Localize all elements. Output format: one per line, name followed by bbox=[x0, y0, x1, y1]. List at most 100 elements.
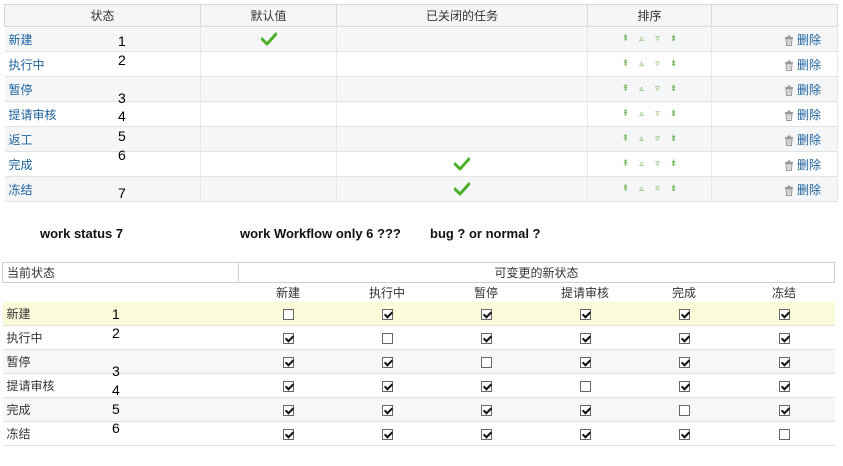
delete-link[interactable]: 删除 bbox=[797, 33, 821, 47]
transition-checkbox[interactable] bbox=[381, 404, 393, 416]
status-name-link[interactable]: 完成 bbox=[9, 158, 33, 172]
transition-checkbox[interactable] bbox=[282, 404, 294, 416]
transition-checkbox[interactable] bbox=[579, 332, 591, 344]
trash-icon[interactable] bbox=[784, 60, 794, 71]
move-top-icon[interactable]: ⇞ bbox=[619, 133, 633, 145]
transition-checkbox[interactable] bbox=[579, 356, 591, 368]
move-bottom-icon[interactable]: ⇟ bbox=[667, 133, 681, 145]
delete-link[interactable]: 删除 bbox=[797, 183, 821, 197]
delete-link[interactable]: 删除 bbox=[797, 108, 821, 122]
transition-cell bbox=[535, 421, 635, 446]
transition-checkbox[interactable] bbox=[480, 428, 492, 440]
trash-icon[interactable] bbox=[784, 35, 794, 46]
transition-cell bbox=[436, 421, 536, 446]
move-bottom-icon[interactable]: ⇟ bbox=[667, 183, 681, 195]
transition-checkbox[interactable] bbox=[778, 404, 790, 416]
transition-checkbox[interactable] bbox=[381, 380, 393, 392]
move-down-icon[interactable]: ▿ bbox=[651, 158, 665, 170]
move-top-icon[interactable]: ⇞ bbox=[619, 158, 633, 170]
transition-checkbox[interactable] bbox=[381, 356, 393, 368]
transition-checkbox[interactable] bbox=[480, 380, 492, 392]
move-bottom-icon[interactable]: ⇟ bbox=[667, 33, 681, 45]
move-down-icon[interactable]: ▿ bbox=[651, 183, 665, 195]
status-name-link[interactable]: 执行中 bbox=[9, 58, 45, 72]
transition-checkbox[interactable] bbox=[579, 428, 591, 440]
move-down-icon[interactable]: ▿ bbox=[651, 33, 665, 45]
move-up-icon[interactable]: ▵ bbox=[635, 58, 649, 70]
transition-checkbox[interactable] bbox=[678, 356, 690, 368]
status-name-link[interactable]: 暂停 bbox=[9, 83, 33, 97]
move-top-icon[interactable]: ⇞ bbox=[619, 58, 633, 70]
transition-checkbox[interactable] bbox=[778, 356, 790, 368]
transition-cell bbox=[535, 349, 635, 374]
transition-checkbox[interactable] bbox=[579, 380, 591, 392]
transition-checkbox[interactable] bbox=[480, 332, 492, 344]
status-name-link[interactable]: 提请审核 bbox=[9, 108, 57, 122]
move-up-icon[interactable]: ▵ bbox=[635, 83, 649, 95]
transition-checkbox[interactable] bbox=[678, 332, 690, 344]
check-icon bbox=[454, 157, 470, 171]
move-up-icon[interactable]: ▵ bbox=[635, 158, 649, 170]
move-top-icon[interactable]: ⇞ bbox=[619, 108, 633, 120]
move-up-icon[interactable]: ▵ bbox=[635, 183, 649, 195]
transition-checkbox[interactable] bbox=[579, 404, 591, 416]
transition-checkbox[interactable] bbox=[678, 404, 690, 416]
transition-checkbox[interactable] bbox=[778, 380, 790, 392]
move-bottom-icon[interactable]: ⇟ bbox=[667, 158, 681, 170]
current-status-label: 完成 bbox=[2, 397, 239, 422]
transition-checkbox[interactable] bbox=[282, 428, 294, 440]
closed-cell bbox=[336, 101, 588, 127]
overlay-number: 2 bbox=[118, 52, 126, 68]
delete-link[interactable]: 删除 bbox=[797, 83, 821, 97]
transition-checkbox[interactable] bbox=[282, 308, 294, 320]
status-name-cell: 暂停 bbox=[4, 76, 201, 102]
transition-checkbox[interactable] bbox=[678, 428, 690, 440]
move-up-icon[interactable]: ▵ bbox=[635, 33, 649, 45]
move-top-icon[interactable]: ⇞ bbox=[619, 83, 633, 95]
workflow-row: 暂停 bbox=[2, 349, 835, 374]
transition-checkbox[interactable] bbox=[678, 380, 690, 392]
transition-checkbox[interactable] bbox=[381, 428, 393, 440]
move-top-icon[interactable]: ⇞ bbox=[619, 183, 633, 195]
trash-icon[interactable] bbox=[784, 135, 794, 146]
trash-icon[interactable] bbox=[784, 85, 794, 96]
transition-checkbox[interactable] bbox=[778, 428, 790, 440]
move-bottom-icon[interactable]: ⇟ bbox=[667, 108, 681, 120]
status-name-link[interactable]: 新建 bbox=[9, 33, 33, 47]
trash-icon[interactable] bbox=[784, 110, 794, 121]
transition-checkbox[interactable] bbox=[579, 308, 591, 320]
transition-checkbox[interactable] bbox=[381, 308, 393, 320]
status-name-link[interactable]: 返工 bbox=[9, 133, 33, 147]
trash-icon[interactable] bbox=[784, 185, 794, 196]
status-name-link[interactable]: 冻结 bbox=[9, 183, 33, 197]
move-bottom-icon[interactable]: ⇟ bbox=[667, 58, 681, 70]
overlay-number: 5 bbox=[112, 401, 120, 417]
move-down-icon[interactable]: ▿ bbox=[651, 83, 665, 95]
move-down-icon[interactable]: ▿ bbox=[651, 58, 665, 70]
actions-cell: 删除 bbox=[711, 101, 838, 127]
transition-checkbox[interactable] bbox=[480, 308, 492, 320]
move-up-icon[interactable]: ▵ bbox=[635, 108, 649, 120]
transition-checkbox[interactable] bbox=[282, 356, 294, 368]
overlay-number: 4 bbox=[118, 108, 126, 124]
move-top-icon[interactable]: ⇞ bbox=[619, 33, 633, 45]
transition-checkbox[interactable] bbox=[778, 308, 790, 320]
transition-checkbox[interactable] bbox=[480, 356, 492, 368]
transition-checkbox[interactable] bbox=[282, 332, 294, 344]
move-up-icon[interactable]: ▵ bbox=[635, 133, 649, 145]
default-cell bbox=[200, 176, 337, 202]
delete-link[interactable]: 删除 bbox=[797, 133, 821, 147]
transition-checkbox[interactable] bbox=[678, 308, 690, 320]
transition-checkbox[interactable] bbox=[381, 332, 393, 344]
transition-checkbox[interactable] bbox=[480, 404, 492, 416]
trash-icon[interactable] bbox=[784, 160, 794, 171]
move-down-icon[interactable]: ▿ bbox=[651, 108, 665, 120]
transition-checkbox[interactable] bbox=[778, 332, 790, 344]
move-bottom-icon[interactable]: ⇟ bbox=[667, 83, 681, 95]
delete-link[interactable]: 删除 bbox=[797, 58, 821, 72]
move-down-icon[interactable]: ▿ bbox=[651, 133, 665, 145]
transition-checkbox[interactable] bbox=[282, 380, 294, 392]
delete-link[interactable]: 删除 bbox=[797, 158, 821, 172]
overlay-number: 1 bbox=[112, 306, 120, 322]
col-header-status: 状态 bbox=[4, 4, 201, 27]
